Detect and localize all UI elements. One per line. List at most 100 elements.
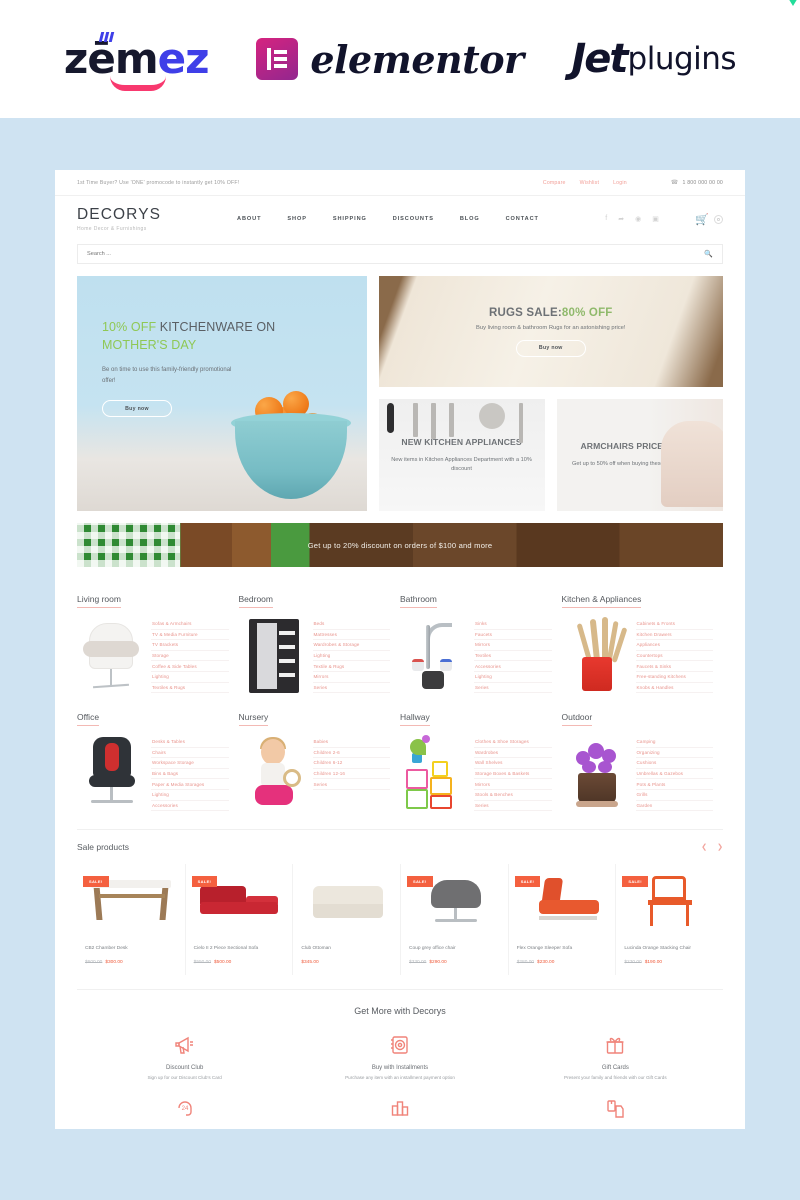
feature-gift-cards[interactable]: Gift Cards Present your family and frien… (508, 1030, 723, 1080)
category-link[interactable]: Textile & Rugs (312, 661, 390, 672)
category-link[interactable]: Cabinets & Fronts (635, 619, 713, 630)
brand-block[interactable]: DECORYS Home Decor & Furnishings (77, 206, 227, 232)
twitter-icon[interactable]: ➦ (618, 215, 624, 223)
banner-rugs-button[interactable]: Buy now (515, 339, 586, 357)
category-link[interactable]: Mirrors (312, 672, 390, 683)
category-link[interactable]: Faucets & Sinks (635, 661, 713, 672)
feature-support[interactable]: 24 (77, 1094, 292, 1129)
discount-strip-banner[interactable]: Get up to 20% discount on orders of $100… (77, 523, 723, 567)
search-icon[interactable]: 🔍 (704, 250, 713, 258)
category-link[interactable]: Paper & Media Storages (151, 779, 229, 790)
category-title[interactable]: Bedroom (238, 594, 273, 608)
category-link[interactable]: Wardrobes & Storage (312, 640, 390, 651)
category-link[interactable]: Mirrors (474, 640, 552, 651)
product-card[interactable]: SALE! Lucinda Orange Stacking Chair $230… (615, 864, 723, 975)
category-link[interactable]: Textiles (474, 651, 552, 662)
category-link[interactable]: Organizing (635, 748, 713, 759)
product-card[interactable]: Club Ottoman $345.00 (292, 864, 400, 975)
chevron-left-icon[interactable]: ❮ (701, 843, 707, 851)
category-link[interactable]: Wall Shelves (474, 758, 552, 769)
category-link[interactable]: Clothes & Shoe Storages (474, 737, 552, 748)
instagram-icon[interactable]: ◉ (635, 215, 641, 223)
banner-kitchen-appliances[interactable]: NEW KITCHEN APPLIANCES New items in Kitc… (378, 399, 545, 511)
category-link[interactable]: Children 2-6 (312, 748, 390, 759)
category-link[interactable]: Lighting (151, 672, 229, 683)
category-link[interactable]: Series (312, 683, 390, 694)
product-card[interactable]: SALE! Coup grey office chair $330.00 $290… (400, 864, 508, 975)
nav-item-shop[interactable]: SHOP (287, 216, 306, 222)
category-link[interactable]: Faucets (474, 630, 552, 641)
category-link[interactable]: Camping (635, 737, 713, 748)
category-link[interactable]: Workspace Storage (151, 758, 229, 769)
nav-item-shipping[interactable]: SHIPPING (333, 216, 367, 222)
category-link[interactable]: Countertops (635, 651, 713, 662)
category-link[interactable]: Wardrobes (474, 748, 552, 759)
nav-item-contact[interactable]: CONTACT (506, 216, 539, 222)
category-title[interactable]: Living room (77, 594, 121, 608)
category-link[interactable]: Coffee & Side Tables (151, 661, 229, 672)
banner-rugs[interactable]: RUGS SALE:80% OFF Buy living room & bath… (378, 276, 723, 387)
category-link[interactable]: Free-standing Kitchens (635, 672, 713, 683)
facebook-icon[interactable]: f (605, 215, 607, 223)
category-link[interactable]: Grills (635, 790, 713, 801)
nav-item-blog[interactable]: BLOG (460, 216, 480, 222)
feature-podium[interactable] (292, 1094, 507, 1129)
category-link[interactable]: Appliances (635, 640, 713, 651)
category-link[interactable]: Stools & Benches (474, 790, 552, 801)
category-link[interactable]: Lighting (474, 672, 552, 683)
category-link[interactable]: Storage (151, 651, 229, 662)
category-link[interactable]: TV & Media Furniture (151, 630, 229, 641)
chevron-right-icon[interactable]: ❯ (717, 843, 723, 851)
category-link[interactable]: Children 12-16 (312, 769, 390, 780)
category-title[interactable]: Bathroom (400, 594, 437, 608)
category-link[interactable]: Textiles & Rugs (151, 683, 229, 694)
category-link[interactable]: Children 6-12 (312, 758, 390, 769)
search-box[interactable]: 🔍 (77, 244, 723, 264)
category-link[interactable]: Series (474, 683, 552, 694)
category-link[interactable]: Mirrors (474, 779, 552, 790)
nav-item-discounts[interactable]: DISCOUNTS (393, 216, 434, 222)
feature-installments[interactable]: Buy with Installments Purchase any item … (292, 1030, 507, 1080)
category-link[interactable]: Accessories (151, 801, 229, 812)
compare-link[interactable]: Compare (543, 180, 566, 186)
category-link[interactable]: Accessories (474, 661, 552, 672)
category-link[interactable]: Series (474, 801, 552, 812)
banner-kitchenware[interactable]: 10% OFF KITCHENWARE ON MOTHER'S DAY Be o… (77, 276, 367, 511)
product-card[interactable]: SALE! CB2 Chamber Desk $600.00 $300.00 (77, 864, 185, 975)
category-link[interactable]: Sofas & Armchairs (151, 619, 229, 630)
category-title[interactable]: Hallway (400, 712, 430, 726)
search-input[interactable] (87, 251, 705, 257)
category-link[interactable]: Sinks (474, 619, 552, 630)
category-link[interactable]: Mattresses (312, 630, 390, 641)
cart-widget[interactable]: 🛒 0 (695, 213, 723, 226)
category-link[interactable]: Babies (312, 737, 390, 748)
category-link[interactable]: TV Brackets (151, 640, 229, 651)
category-link[interactable]: Beds (312, 619, 390, 630)
category-link[interactable]: Desks & Tables (151, 737, 229, 748)
category-link[interactable]: Kitchen Drawers (635, 630, 713, 641)
feature-discount-club[interactable]: Discount Club Sign up for our Discount C… (77, 1030, 292, 1080)
pinterest-icon[interactable]: ▣ (652, 215, 659, 223)
nav-item-about[interactable]: ABOUT (237, 216, 261, 222)
category-link[interactable]: Lighting (151, 790, 229, 801)
category-title[interactable]: Office (77, 712, 100, 726)
category-title[interactable]: Kitchen & Appliances (561, 594, 642, 608)
feature-document[interactable] (508, 1094, 723, 1129)
login-link[interactable]: Login (613, 180, 627, 186)
category-title[interactable]: Nursery (238, 712, 269, 726)
category-link[interactable]: Knobs & Handles (635, 683, 713, 694)
category-link[interactable]: Cushions (635, 758, 713, 769)
wishlist-link[interactable]: Wishlist (580, 180, 599, 186)
category-link[interactable]: Bins & Bags (151, 769, 229, 780)
product-card[interactable]: SALE! Cielo II 2 Piece Sectional Sofa $5… (184, 864, 293, 975)
banner-kitchenware-button[interactable]: Buy now (102, 400, 172, 418)
banner-armchairs[interactable]: ARMCHAIRS PRICES DOWN Get up to 50% off … (556, 399, 723, 511)
category-link[interactable]: Chairs (151, 748, 229, 759)
category-link[interactable]: Storage Boxes & Baskets (474, 769, 552, 780)
category-link[interactable]: Series (312, 779, 390, 790)
category-title[interactable]: Outdoor (561, 712, 593, 726)
category-link[interactable]: Umbrellas & Gazebos (635, 769, 713, 780)
category-link[interactable]: Garden (635, 801, 713, 812)
product-card[interactable]: SALE! Flex Orange Sleeper Sofa $280.00 $2… (507, 864, 616, 975)
category-link[interactable]: Lighting (312, 651, 390, 662)
